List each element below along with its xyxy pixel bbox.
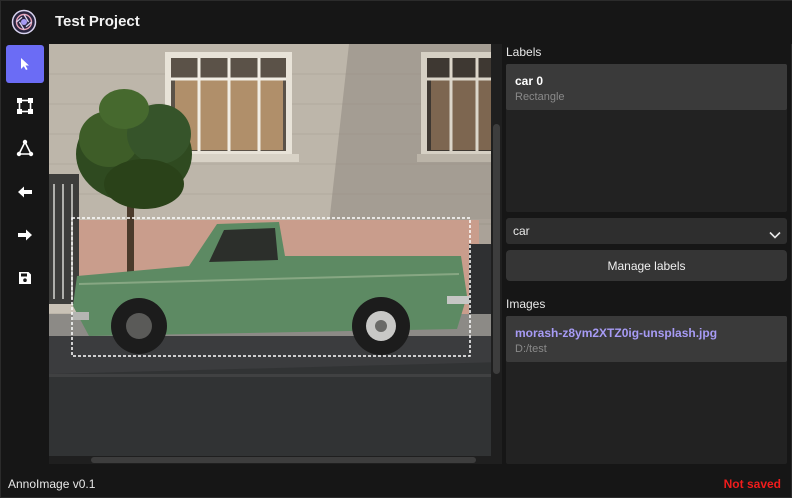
canvas-vertical-scrollbar[interactable]	[491, 44, 502, 464]
image-item[interactable]: morash-z8ym2XTZ0ig-unsplash.jpg D:/test	[506, 316, 787, 362]
canvas-horizontal-scrollbar[interactable]	[49, 456, 491, 464]
horizontal-scroll-thumb[interactable]	[91, 457, 476, 463]
status-bar: AnnoImage v0.1 Not saved	[1, 469, 792, 498]
label-class-select[interactable]: car	[506, 218, 787, 244]
label-item-name: car 0	[515, 74, 544, 88]
tool-sidebar	[5, 44, 45, 464]
select-tool-button[interactable]	[6, 45, 44, 83]
window-right	[417, 52, 502, 162]
app-header: Test Project	[1, 1, 792, 44]
project-title: Test Project	[55, 13, 140, 30]
polygon-icon	[16, 139, 34, 157]
image-item-filename: morash-z8ym2XTZ0ig-unsplash.jpg	[515, 326, 718, 340]
label-item-type: Rectangle	[515, 91, 565, 103]
next-image-button[interactable]	[6, 216, 44, 254]
app-version: AnnoImage v0.1	[8, 477, 96, 491]
rectangle-tool-button[interactable]	[6, 87, 44, 125]
image-item-folder: D:/test	[515, 343, 547, 355]
polygon-tool-button[interactable]	[6, 129, 44, 167]
bounding-box-icon	[16, 97, 34, 115]
floppy-disk-icon	[18, 271, 32, 285]
manage-labels-button[interactable]: Manage labels	[506, 250, 787, 281]
photo-street-scene	[49, 44, 502, 464]
save-button[interactable]	[6, 259, 44, 297]
arrow-left-icon	[17, 185, 33, 199]
images-heading: Images	[506, 297, 546, 311]
annotation-canvas[interactable]	[49, 44, 502, 464]
app-window: Test Project Labels car 0 Rectangle car …	[0, 0, 792, 498]
arrow-right-icon	[17, 228, 33, 242]
aperture-logo-icon	[11, 9, 37, 35]
cursor-arrow-icon	[19, 57, 31, 71]
labels-heading: Labels	[506, 45, 542, 59]
label-class-select-value: car	[513, 224, 530, 238]
vertical-scroll-thumb[interactable]	[493, 124, 500, 374]
save-status-indicator: Not saved	[723, 477, 781, 491]
chevron-down-icon	[769, 226, 781, 244]
previous-image-button[interactable]	[6, 173, 44, 211]
images-list: morash-z8ym2XTZ0ig-unsplash.jpg D:/test	[506, 316, 787, 464]
label-item-car-0[interactable]: car 0 Rectangle	[506, 64, 787, 110]
labels-list: car 0 Rectangle	[506, 64, 787, 212]
